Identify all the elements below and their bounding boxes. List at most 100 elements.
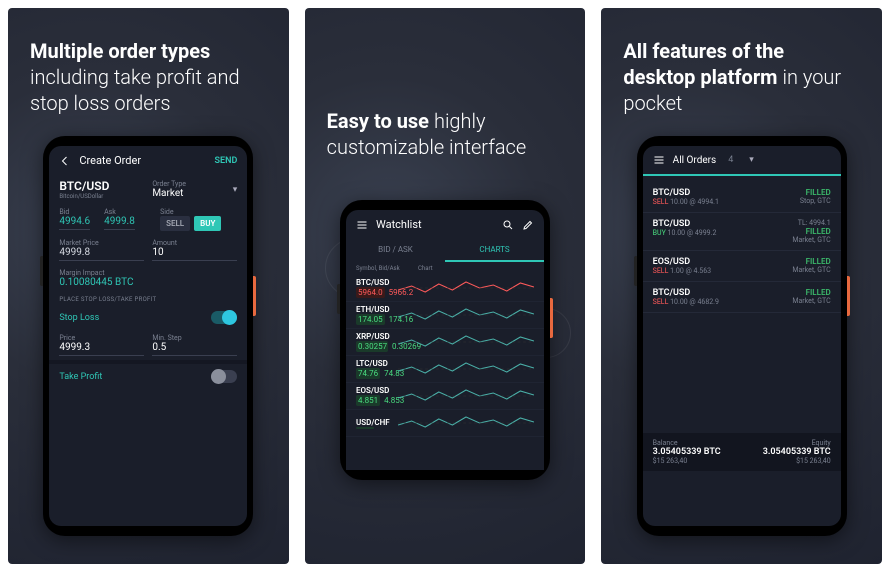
screen-watchlist: Watchlist BID / ASK CHARTS Symbol, Bid/A…	[346, 210, 544, 470]
equity-label: Equity	[763, 439, 831, 447]
order-qty: 10.00 @ 4994.1	[670, 198, 719, 206]
promo-panel-1: Multiple order types including take prof…	[8, 8, 289, 564]
edit-icon[interactable]	[522, 219, 534, 231]
watchlist-bid: 5964.0	[356, 287, 385, 298]
order-status: FILLED	[800, 188, 831, 197]
buy-button[interactable]: BUY	[194, 216, 221, 231]
order-qty: 1.00 @ 4.563	[670, 267, 711, 275]
stop-loss-label: Stop Loss	[59, 313, 99, 323]
pair-symbol[interactable]: BTC/USD	[59, 179, 144, 193]
order-side: BUY	[653, 229, 666, 237]
chevron-down-icon[interactable]: ▾	[749, 155, 754, 165]
order-item[interactable]: BTC/USDSELL 10.00 @ 4994.1FILLEDStop, GT…	[643, 182, 841, 213]
order-symbol: BTC/USD	[653, 288, 719, 298]
order-status: FILLED	[792, 257, 830, 266]
watchlist-symbol: LTC/USD	[356, 359, 390, 368]
order-type-select[interactable]: Market	[152, 188, 226, 199]
order-item[interactable]: BTC/USDSELL 10.00 @ 4682.9FILLEDMarket, …	[643, 282, 841, 313]
menu-icon[interactable]	[653, 154, 665, 166]
phone-frame-3: All Orders 4 ▾ BTC/USDSELL 10.00 @ 4994.…	[637, 136, 847, 536]
promo-text-3: All features of the desktop platform in …	[601, 8, 882, 136]
all-orders-count: 4	[728, 155, 733, 165]
sl-price-label: Price	[59, 334, 144, 342]
watchlist-symbol: BTC/USD	[356, 278, 390, 287]
sparkline-chart	[398, 413, 534, 433]
col-chart-header: Chart	[418, 265, 433, 272]
promo-bold-3: All features of the desktop platform	[623, 39, 784, 89]
order-status: FILLED	[792, 227, 830, 236]
take-profit-label: Take Profit	[59, 372, 102, 382]
bid-value: 4994.6	[59, 216, 90, 230]
order-type-label: Order Type	[152, 180, 226, 188]
sparkline-chart	[398, 305, 534, 325]
watchlist-row[interactable]: BTC/USD5964.05966.2	[346, 275, 544, 302]
bid-label: Bid	[59, 208, 90, 216]
order-side: SELL	[653, 298, 669, 306]
promo-panel-2: Easy to use highly customizable interfac…	[305, 8, 586, 564]
order-item[interactable]: EOS/USDSELL 1.00 @ 4.563 FILLEDMarket, GT…	[643, 251, 841, 282]
watchlist-bid	[356, 427, 374, 429]
promo-light-1: including take profit and stop loss orde…	[30, 65, 240, 115]
ask-label: Ask	[104, 208, 135, 216]
promo-text-1: Multiple order types including take prof…	[8, 8, 289, 136]
sl-minstep-input[interactable]: 0.5	[152, 342, 237, 356]
order-type-sub: Market, GTC	[792, 266, 830, 274]
equity-usd: $15 263,40	[763, 457, 831, 465]
back-icon[interactable]	[59, 155, 71, 167]
margin-impact-value: 0.10080445 BTC	[59, 277, 237, 288]
sltp-section-header: PLACE STOP LOSS/TAKE PROFIT	[49, 292, 247, 305]
watchlist-row[interactable]: ETH/USD174.05174.16	[346, 302, 544, 329]
sl-price-input[interactable]: 4999.3	[59, 342, 144, 356]
watchlist-symbol: EOS/USD	[356, 386, 390, 395]
sparkline-chart	[398, 386, 534, 406]
promo-text-2: Easy to use highly customizable interfac…	[305, 8, 586, 180]
promo-bold-2: Easy to use	[327, 109, 429, 133]
watchlist-bid: 74.76	[356, 368, 380, 379]
amount-input[interactable]: 10	[152, 247, 237, 261]
promo-bold-1: Multiple order types	[30, 39, 210, 63]
chevron-down-icon[interactable]: ▾	[233, 185, 238, 195]
phone-frame-1: Create Order SEND BTC/USD Bitcoin/USDoll…	[43, 136, 253, 536]
order-side: SELL	[653, 267, 669, 275]
all-orders-title: All Orders	[673, 155, 717, 166]
watchlist-title: Watchlist	[376, 218, 422, 231]
order-type-sub: Market, GTC	[792, 236, 830, 244]
sell-button[interactable]: SELL	[160, 216, 190, 231]
order-item[interactable]: BTC/USDBUY 10.00 @ 4999.2TL: 4994.1FILLE…	[643, 213, 841, 251]
watchlist-row[interactable]: LTC/USD74.7674.83	[346, 356, 544, 383]
balance-value: 3.05405339 BTC	[653, 447, 721, 457]
order-symbol: EOS/USD	[653, 257, 711, 267]
sparkline-chart	[398, 278, 534, 298]
pair-subtitle: Bitcoin/USDollar	[59, 193, 144, 200]
watchlist-symbol: XRP/USD	[356, 332, 390, 341]
market-price-label: Market Price	[59, 239, 144, 247]
stop-loss-toggle[interactable]	[211, 311, 237, 324]
order-type-sub: Stop, GTC	[800, 197, 831, 205]
order-status: FILLED	[792, 288, 830, 297]
send-button[interactable]: SEND	[215, 156, 238, 166]
watchlist-row[interactable]: EOS/USD4.8514.853	[346, 383, 544, 410]
order-tp: TL: 4994.1	[792, 219, 830, 227]
create-order-title: Create Order	[79, 154, 141, 167]
tab-charts[interactable]: CHARTS	[445, 239, 544, 262]
phone-frame-2: Watchlist BID / ASK CHARTS Symbol, Bid/A…	[340, 200, 550, 480]
search-icon[interactable]	[502, 219, 514, 231]
market-price-value: 4999.8	[59, 247, 144, 261]
margin-impact-label: Margin Impact	[59, 269, 237, 277]
watchlist-row[interactable]: USD/CHF	[346, 410, 544, 437]
sparkline-chart	[398, 332, 534, 352]
screen-all-orders: All Orders 4 ▾ BTC/USDSELL 10.00 @ 4994.…	[643, 146, 841, 526]
order-qty: 10.00 @ 4682.9	[670, 298, 719, 306]
side-label: Side	[160, 208, 237, 216]
tab-bidask[interactable]: BID / ASK	[346, 239, 445, 262]
balance-label: Balance	[653, 439, 721, 447]
sl-minstep-label: Min. Step	[152, 334, 237, 342]
watchlist-bid: 174.05	[356, 314, 385, 325]
promo-panel-3: All features of the desktop platform in …	[601, 8, 882, 564]
watchlist-row[interactable]: XRP/USD0.302570.30269	[346, 329, 544, 356]
balance-usd: $15 263,40	[653, 457, 721, 465]
menu-icon[interactable]	[356, 219, 368, 231]
order-qty: 10.00 @ 4999.2	[668, 229, 717, 237]
order-side: SELL	[653, 198, 669, 206]
take-profit-toggle[interactable]	[211, 370, 237, 383]
